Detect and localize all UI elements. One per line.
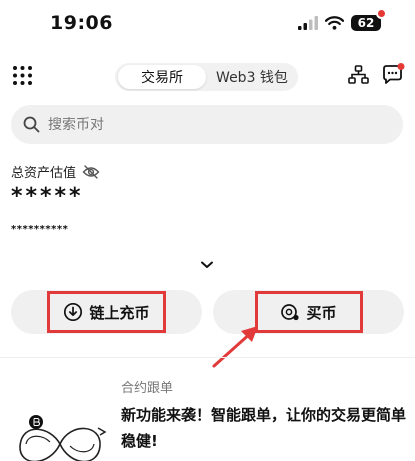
battery-level: 62 bbox=[357, 16, 375, 30]
battery-indicator: 62 bbox=[351, 8, 387, 31]
assets-sub-value: ********** bbox=[11, 224, 69, 235]
buy-label: 买币 bbox=[306, 303, 337, 322]
chevron-down-icon[interactable] bbox=[199, 260, 215, 270]
promo-title[interactable]: 新功能来袭！智能跟单，让你的交易更简单稳健! bbox=[121, 402, 411, 454]
promo-tag: 合约跟单 bbox=[121, 381, 174, 396]
deposit-button[interactable]: 链上充币 bbox=[11, 290, 202, 334]
message-icon[interactable] bbox=[381, 63, 405, 87]
download-icon bbox=[64, 302, 83, 322]
deposit-highlight: 链上充币 bbox=[47, 291, 166, 333]
status-time: 19:06 bbox=[50, 12, 113, 34]
mode-switcher: 交易所 Web3 钱包 bbox=[115, 63, 298, 91]
signal-icon bbox=[298, 16, 318, 30]
tab-web3-wallet[interactable]: Web3 钱包 bbox=[206, 65, 298, 89]
grid-menu-icon[interactable] bbox=[12, 65, 33, 86]
annotation-arrow-icon bbox=[212, 326, 258, 368]
buy-highlight: 买币 bbox=[254, 291, 363, 333]
search-bar[interactable] bbox=[11, 105, 403, 144]
search-input[interactable] bbox=[48, 116, 378, 133]
wifi-icon bbox=[325, 16, 344, 30]
total-assets-header: 总资产估值 bbox=[11, 162, 100, 181]
eye-off-icon[interactable] bbox=[82, 164, 100, 179]
section-divider bbox=[0, 357, 415, 358]
total-assets-label: 总资产估值 bbox=[11, 166, 77, 181]
deposit-label: 链上充币 bbox=[89, 303, 150, 322]
copy-trading-infinity-icon bbox=[19, 415, 107, 461]
total-assets-value: ***** bbox=[11, 184, 84, 209]
tab-exchange[interactable]: 交易所 bbox=[118, 65, 206, 89]
network-icon[interactable] bbox=[348, 65, 369, 84]
status-bar: 19:06 62 bbox=[0, 0, 415, 48]
coin-icon bbox=[281, 304, 300, 321]
notification-dot-icon bbox=[376, 8, 387, 19]
search-icon bbox=[23, 116, 40, 133]
top-nav: 交易所 Web3 钱包 bbox=[0, 55, 415, 97]
status-icons: 62 bbox=[298, 8, 387, 31]
